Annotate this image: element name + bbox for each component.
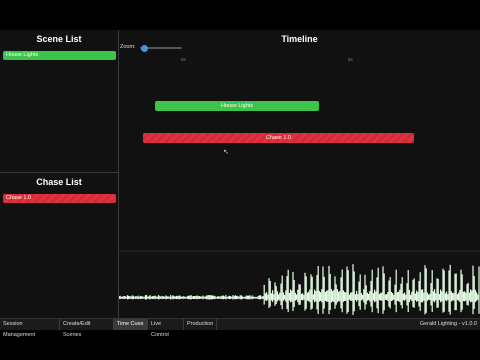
tab-live-control[interactable]: Live Control xyxy=(148,319,184,338)
app-version: Gerald Lighting - v1.0.0 xyxy=(419,321,477,327)
timeline-tick: 5s xyxy=(348,57,353,62)
timeline-tick: 0s xyxy=(181,57,186,62)
chase-item-chase-1[interactable]: Chase 1.0 xyxy=(3,194,116,203)
zoom-slider-thumb[interactable] xyxy=(140,44,148,52)
scene-item-house-lights[interactable]: House Lights xyxy=(3,51,116,60)
scene-list-panel: Scene List House Lights xyxy=(0,30,119,173)
chase-list-title: Chase List xyxy=(36,177,82,187)
app-window: Scene List House Lights Chase List Chase… xyxy=(0,30,480,338)
timeline-cue-house-lights[interactable]: House Lights xyxy=(155,101,319,111)
zoom-label: Zoom: xyxy=(120,44,136,50)
tab-production[interactable]: Production xyxy=(184,319,217,330)
chase-list-panel: Chase List Chase 1.0 xyxy=(0,173,119,318)
mouse-cursor-icon: ↖ xyxy=(223,149,229,156)
scene-list-title: Scene List xyxy=(36,34,82,44)
timeline-panel: Timeline Zoom: 0s 5s House Lights Chase … xyxy=(119,30,480,318)
audio-waveform[interactable] xyxy=(119,250,480,318)
tab-session-management[interactable]: Session Management xyxy=(0,319,60,338)
tab-create-edit-scenes[interactable]: Create/Edit Scenes xyxy=(60,319,114,338)
status-bar: Session Management Create/Edit Scenes Ti… xyxy=(0,318,480,338)
tab-time-cues[interactable]: Time Cues xyxy=(114,319,148,330)
timeline-title: Timeline xyxy=(281,34,318,44)
timeline-cue-chase-1[interactable]: Chase 1.0 xyxy=(143,133,414,143)
